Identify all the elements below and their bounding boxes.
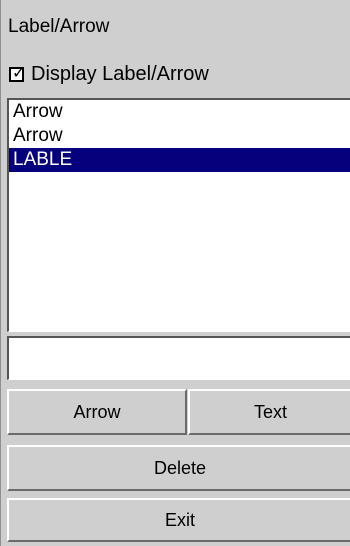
- label-arrow-list[interactable]: Arrow Arrow LABLE: [7, 98, 350, 332]
- delete-button[interactable]: Delete: [7, 445, 350, 491]
- panel-title: Label/Arrow: [8, 16, 110, 37]
- display-label-arrow-checkbox-row[interactable]: ✓ Display Label/Arrow: [9, 62, 209, 86]
- list-item-lable[interactable]: LABLE: [9, 148, 350, 172]
- display-label-arrow-label[interactable]: Display Label/Arrow: [31, 63, 209, 85]
- arrow-button[interactable]: Arrow: [7, 389, 187, 435]
- text-button[interactable]: Text: [188, 389, 350, 435]
- checkmark-icon: ✓: [12, 62, 26, 82]
- exit-button[interactable]: Exit: [7, 498, 350, 542]
- display-label-arrow-checkbox[interactable]: ✓: [9, 62, 26, 82]
- label-text-input[interactable]: [7, 336, 350, 380]
- list-item-arrow-2[interactable]: Arrow: [9, 124, 350, 148]
- label-arrow-panel: Label/Arrow ✓ Display Label/Arrow Arrow …: [0, 0, 350, 546]
- list-item-arrow-1[interactable]: Arrow: [9, 100, 350, 124]
